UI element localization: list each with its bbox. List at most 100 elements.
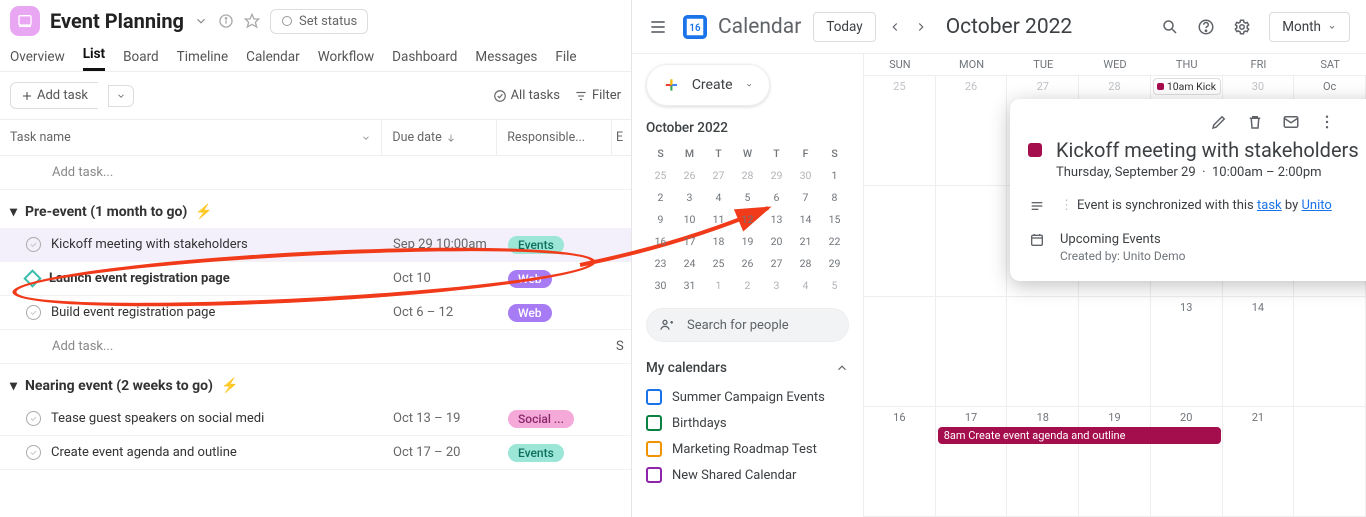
month-cell[interactable] <box>1007 297 1079 407</box>
mini-day[interactable]: 5 <box>733 186 762 208</box>
tab-files[interactable]: File <box>555 49 576 71</box>
month-cell[interactable] <box>936 297 1008 407</box>
mini-day[interactable]: 27 <box>762 252 791 274</box>
mini-day[interactable]: 4 <box>791 274 820 296</box>
create-button[interactable]: Create <box>646 64 770 106</box>
task-row[interactable]: Kickoff meeting with stakeholders Sep 29… <box>0 228 631 262</box>
col-responsible[interactable]: Responsible... <box>507 130 585 145</box>
month-cell[interactable]: 18 <box>1007 407 1079 517</box>
close-icon[interactable] <box>1362 113 1366 131</box>
status-circle-icon[interactable] <box>26 305 41 320</box>
mini-day[interactable]: 9 <box>646 208 675 230</box>
month-cell[interactable]: 14 <box>1223 297 1295 407</box>
mini-day[interactable]: 1 <box>820 164 849 186</box>
search-people[interactable]: Search for people <box>646 308 849 342</box>
mini-day[interactable]: 18 <box>704 230 733 252</box>
mini-day[interactable]: 21 <box>791 230 820 252</box>
section-pre-event[interactable]: ▾ Pre-event (1 month to go) ⚡ <box>0 190 631 228</box>
tab-messages[interactable]: Messages <box>475 49 537 71</box>
mini-day[interactable]: 22 <box>820 230 849 252</box>
checkbox-icon[interactable] <box>646 389 662 405</box>
checkbox-icon[interactable] <box>646 415 662 431</box>
help-icon[interactable] <box>1197 18 1215 36</box>
star-icon[interactable] <box>244 13 260 29</box>
mini-day[interactable]: 3 <box>675 186 704 208</box>
chevron-down-icon[interactable] <box>194 14 208 28</box>
next-icon[interactable] <box>914 20 928 34</box>
tab-timeline[interactable]: Timeline <box>177 49 229 71</box>
tab-calendar[interactable]: Calendar <box>246 49 300 71</box>
mini-day[interactable]: 24 <box>675 252 704 274</box>
chevron-down-icon[interactable] <box>361 133 371 143</box>
add-task-row-top[interactable]: Add task... <box>0 165 383 180</box>
tab-list[interactable]: List <box>83 46 105 71</box>
month-cell[interactable] <box>1079 297 1151 407</box>
checkbox-icon[interactable] <box>646 441 662 457</box>
mail-icon[interactable] <box>1282 113 1300 131</box>
col-task-name[interactable]: Task name <box>10 130 71 145</box>
month-cell[interactable] <box>864 297 936 407</box>
month-cell[interactable]: 25 <box>864 76 936 186</box>
edit-icon[interactable] <box>1210 113 1228 131</box>
task-row[interactable]: Build event registration page Oct 6 – 12… <box>0 296 631 330</box>
mini-day[interactable]: 28 <box>791 252 820 274</box>
mini-day[interactable]: 25 <box>704 252 733 274</box>
task-row[interactable]: Launch event registration page Oct 10 We… <box>0 262 631 296</box>
mini-day[interactable]: 29 <box>762 164 791 186</box>
month-cell[interactable] <box>864 186 936 296</box>
month-cell[interactable]: 26 <box>936 76 1008 186</box>
filter-button[interactable]: Filter <box>574 88 621 103</box>
col-due-date[interactable]: Due date <box>392 130 441 145</box>
mini-day[interactable]: 25 <box>646 164 675 186</box>
status-circle-icon[interactable] <box>26 411 41 426</box>
all-tasks-toggle[interactable]: All tasks <box>493 88 560 103</box>
calendar-item[interactable]: Summer Campaign Events <box>646 384 849 410</box>
mini-day[interactable]: 26 <box>733 252 762 274</box>
mini-day[interactable]: 23 <box>646 252 675 274</box>
event-chip-kickoff[interactable]: 10am Kick <box>1153 78 1221 95</box>
mini-day[interactable]: 19 <box>733 230 762 252</box>
mini-day[interactable]: 20 <box>762 230 791 252</box>
month-cell[interactable] <box>1294 297 1366 407</box>
add-task-dropdown[interactable] <box>108 85 134 107</box>
mini-day[interactable]: 5 <box>820 274 849 296</box>
mini-day[interactable]: 12 <box>733 208 762 230</box>
mini-day[interactable]: 4 <box>704 186 733 208</box>
mini-day[interactable]: 14 <box>791 208 820 230</box>
set-status-button[interactable]: Set status <box>270 9 368 34</box>
month-cell[interactable]: 16 <box>864 407 936 517</box>
month-cell[interactable] <box>1294 407 1366 517</box>
mini-day[interactable]: 3 <box>762 274 791 296</box>
status-circle-icon[interactable] <box>26 445 41 460</box>
calendar-item[interactable]: Marketing Roadmap Test <box>646 436 849 462</box>
mini-day[interactable]: 29 <box>820 252 849 274</box>
mini-day[interactable]: 15 <box>820 208 849 230</box>
calendar-item[interactable]: New Shared Calendar <box>646 462 849 488</box>
mini-day[interactable]: 26 <box>675 164 704 186</box>
mini-day[interactable]: 17 <box>675 230 704 252</box>
mini-day[interactable]: 31 <box>675 274 704 296</box>
task-link[interactable]: task <box>1257 198 1282 213</box>
mini-day[interactable]: 2 <box>733 274 762 296</box>
search-icon[interactable] <box>1161 18 1179 36</box>
calendar-item[interactable]: Birthdays <box>646 410 849 436</box>
event-bar-agenda[interactable]: 8am Create event agenda and outline <box>938 427 1221 444</box>
section-nearing-event[interactable]: ▾ Nearing event (2 weeks to go) ⚡ <box>0 364 631 402</box>
task-row[interactable]: Tease guest speakers on social medi Oct … <box>0 402 631 436</box>
my-calendars-header[interactable]: My calendars <box>646 360 849 376</box>
mini-day[interactable]: 30 <box>791 164 820 186</box>
month-cell[interactable] <box>936 186 1008 296</box>
add-task-button[interactable]: Add task <box>10 82 98 109</box>
view-switch[interactable]: Month <box>1269 12 1350 42</box>
checkbox-icon[interactable] <box>646 467 662 483</box>
add-task-row[interactable]: Add task... <box>0 339 382 354</box>
gear-icon[interactable] <box>1233 18 1251 36</box>
mini-day[interactable]: 16 <box>646 230 675 252</box>
mini-day[interactable]: 10 <box>675 208 704 230</box>
month-cell[interactable]: 17 <box>936 407 1008 517</box>
status-diamond-icon[interactable] <box>23 269 41 287</box>
col-extra[interactable]: E <box>616 130 623 145</box>
info-icon[interactable] <box>218 13 234 29</box>
prev-icon[interactable] <box>888 20 902 34</box>
mini-day[interactable]: 28 <box>733 164 762 186</box>
